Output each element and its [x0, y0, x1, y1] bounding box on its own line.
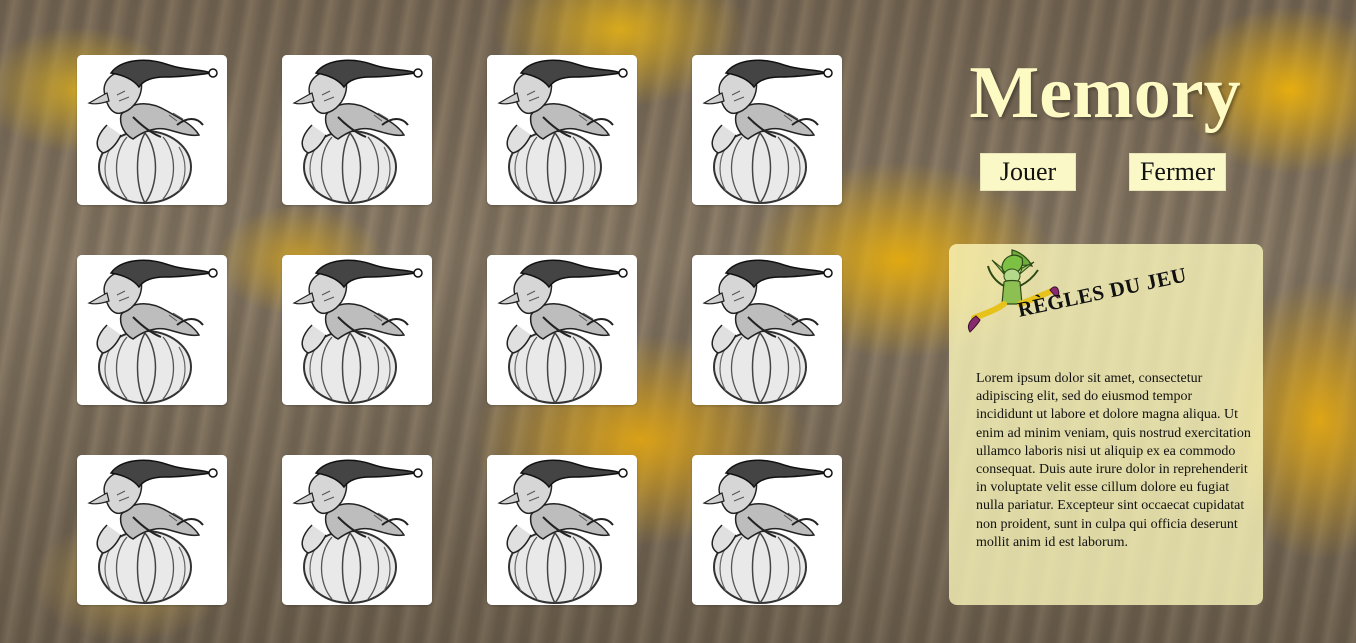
memory-card[interactable]: [282, 455, 432, 605]
memory-card[interactable]: [487, 255, 637, 405]
memory-card[interactable]: [692, 455, 842, 605]
goblin-card-art: [77, 455, 227, 605]
goblin-card-art: [282, 455, 432, 605]
goblin-card-art: [692, 455, 842, 605]
play-button[interactable]: Jouer: [980, 153, 1076, 191]
goblin-card-art: [282, 255, 432, 405]
memory-board: [77, 55, 842, 605]
goblin-card-art: [487, 455, 637, 605]
memory-card[interactable]: [77, 455, 227, 605]
memory-card[interactable]: [282, 55, 432, 205]
rules-text: Lorem ipsum dolor sit amet, consectetur …: [976, 371, 1251, 550]
goblin-card-art: [282, 55, 432, 205]
memory-card[interactable]: [77, 255, 227, 405]
memory-card[interactable]: [77, 55, 227, 205]
goblin-card-art: [77, 255, 227, 405]
memory-card[interactable]: [692, 255, 842, 405]
memory-card[interactable]: [282, 255, 432, 405]
goblin-card-art: [487, 55, 637, 205]
memory-card[interactable]: [692, 55, 842, 205]
goblin-card-art: [77, 55, 227, 205]
close-button[interactable]: Fermer: [1129, 153, 1226, 191]
memory-card[interactable]: [487, 55, 637, 205]
goblin-card-art: [692, 55, 842, 205]
goblin-card-art: [487, 255, 637, 405]
game-title: Memory: [969, 52, 1241, 134]
goblin-card-art: [692, 255, 842, 405]
memory-card[interactable]: [487, 455, 637, 605]
